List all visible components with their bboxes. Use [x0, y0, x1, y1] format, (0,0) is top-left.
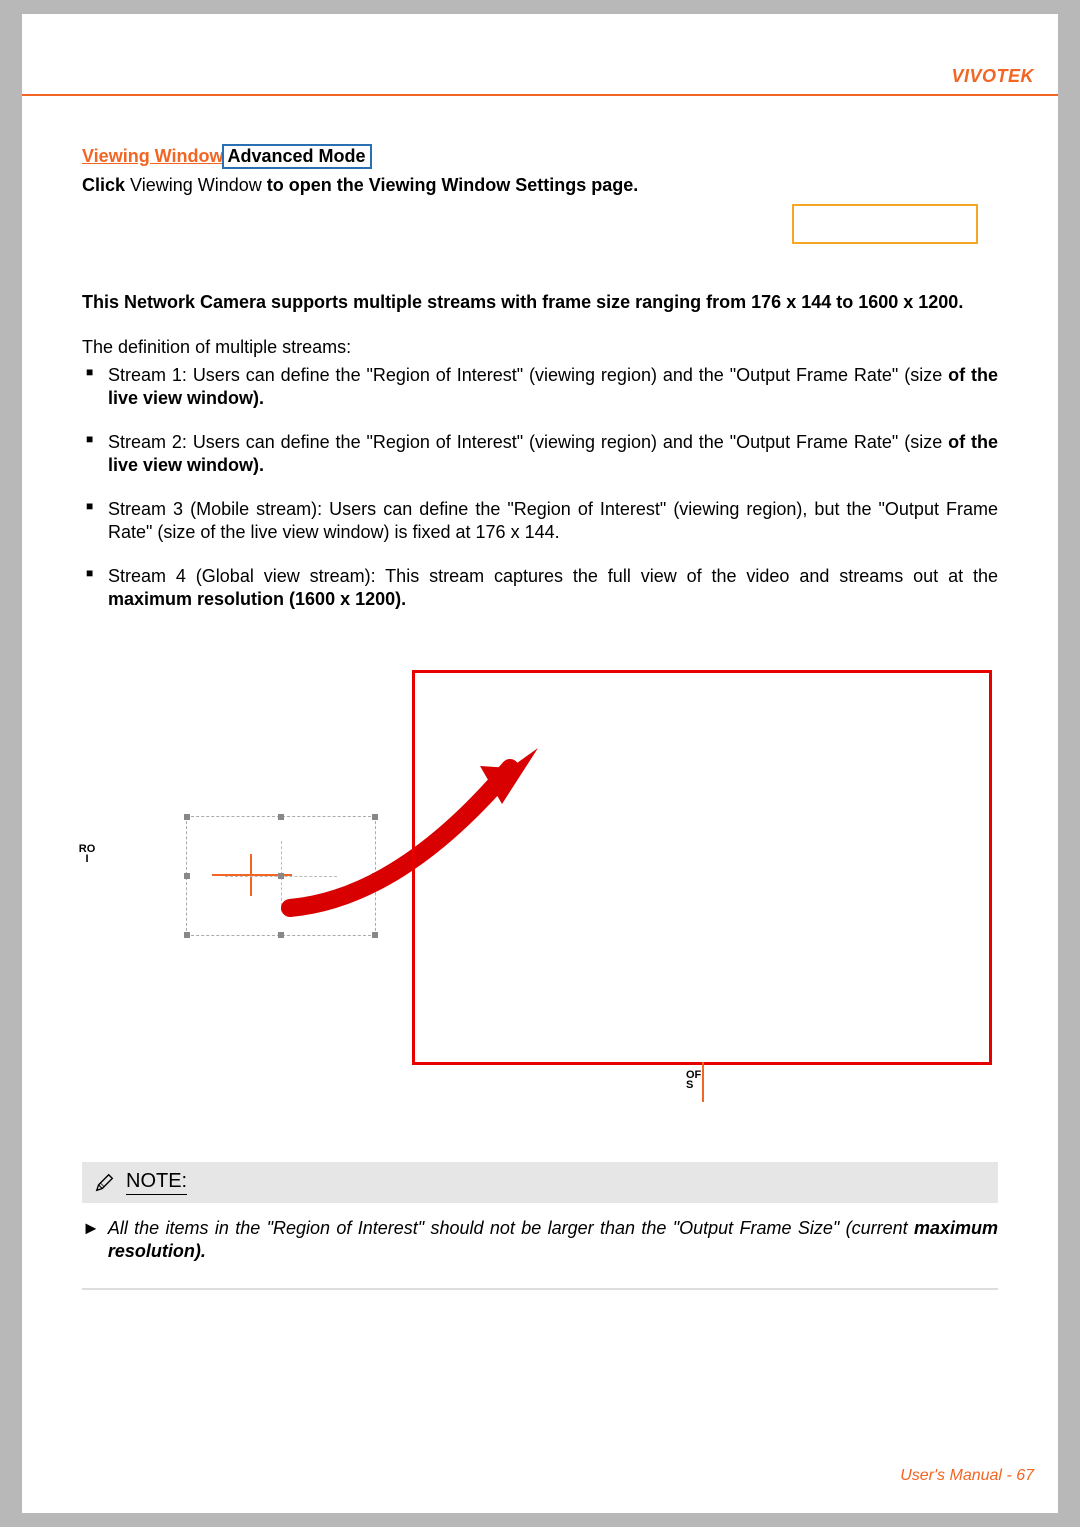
section-heading: Viewing WindowAdvanced Mode: [82, 144, 998, 169]
advanced-mode-badge: Advanced Mode: [222, 144, 372, 169]
page-content: Viewing WindowAdvanced Mode Click Viewin…: [82, 144, 998, 1290]
note-header: NOTE:: [82, 1162, 998, 1203]
triangle-bullet-icon: ►: [82, 1217, 100, 1262]
page-footer: User's Manual - 67: [900, 1467, 1034, 1485]
list-item: Stream 1: Users can define the "Region o…: [96, 364, 998, 409]
click-prefix: Click: [82, 175, 125, 195]
stream-text: Stream 1: Users can define the "Region o…: [108, 365, 948, 385]
viewing-window-link[interactable]: Viewing Window: [82, 146, 224, 166]
brand-label: VIVOTEK: [951, 66, 1034, 87]
page-header: VIVOTEK: [22, 14, 1058, 104]
ofs-label: OFS: [686, 1070, 706, 1090]
stream-bold: maximum resolution (1600 x 1200).: [108, 589, 406, 609]
list-item: Stream 4 (Global view stream): This stre…: [96, 565, 998, 610]
note-body: ► All the items in the "Region of Intere…: [82, 1217, 998, 1262]
intro-text: This Network Camera supports multiple st…: [82, 292, 998, 313]
note-block: NOTE: ► All the items in the "Region of …: [82, 1162, 998, 1290]
click-mid: Viewing Window: [130, 175, 262, 195]
header-rule: [22, 94, 1058, 96]
document-page: VIVOTEK Viewing WindowAdvanced Mode Clic…: [22, 14, 1058, 1513]
note-divider: [82, 1288, 998, 1290]
roi-ofs-diagram: ROI OFS: [82, 652, 998, 1132]
note-title: NOTE:: [126, 1170, 187, 1195]
resize-handle: [184, 814, 190, 820]
click-suffix: to open the Viewing Window Settings page…: [267, 175, 639, 195]
note-text: All the items in the "Region of Interest…: [108, 1218, 914, 1238]
list-item: Stream 2: Users can define the "Region o…: [96, 431, 998, 476]
definition-lead: The definition of multiple streams:: [82, 337, 998, 358]
stream-text: Stream 3 (Mobile stream): Users can defi…: [108, 499, 998, 542]
stream-text: Stream 2: Users can define the "Region o…: [108, 432, 948, 452]
output-frame-size-frame: [412, 670, 992, 1065]
resize-handle: [278, 932, 284, 938]
resize-handle: [184, 873, 190, 879]
note-pencil-icon: [94, 1172, 116, 1194]
resize-handle: [184, 932, 190, 938]
stream-list: Stream 1: Users can define the "Region o…: [82, 364, 998, 610]
resize-handle: [372, 932, 378, 938]
roi-label: ROI: [78, 844, 96, 864]
stream-text: Stream 4 (Global view stream): This stre…: [108, 566, 998, 586]
click-instruction: Click Viewing Window to open the Viewing…: [82, 175, 998, 196]
list-item: Stream 3 (Mobile stream): Users can defi…: [96, 498, 998, 543]
